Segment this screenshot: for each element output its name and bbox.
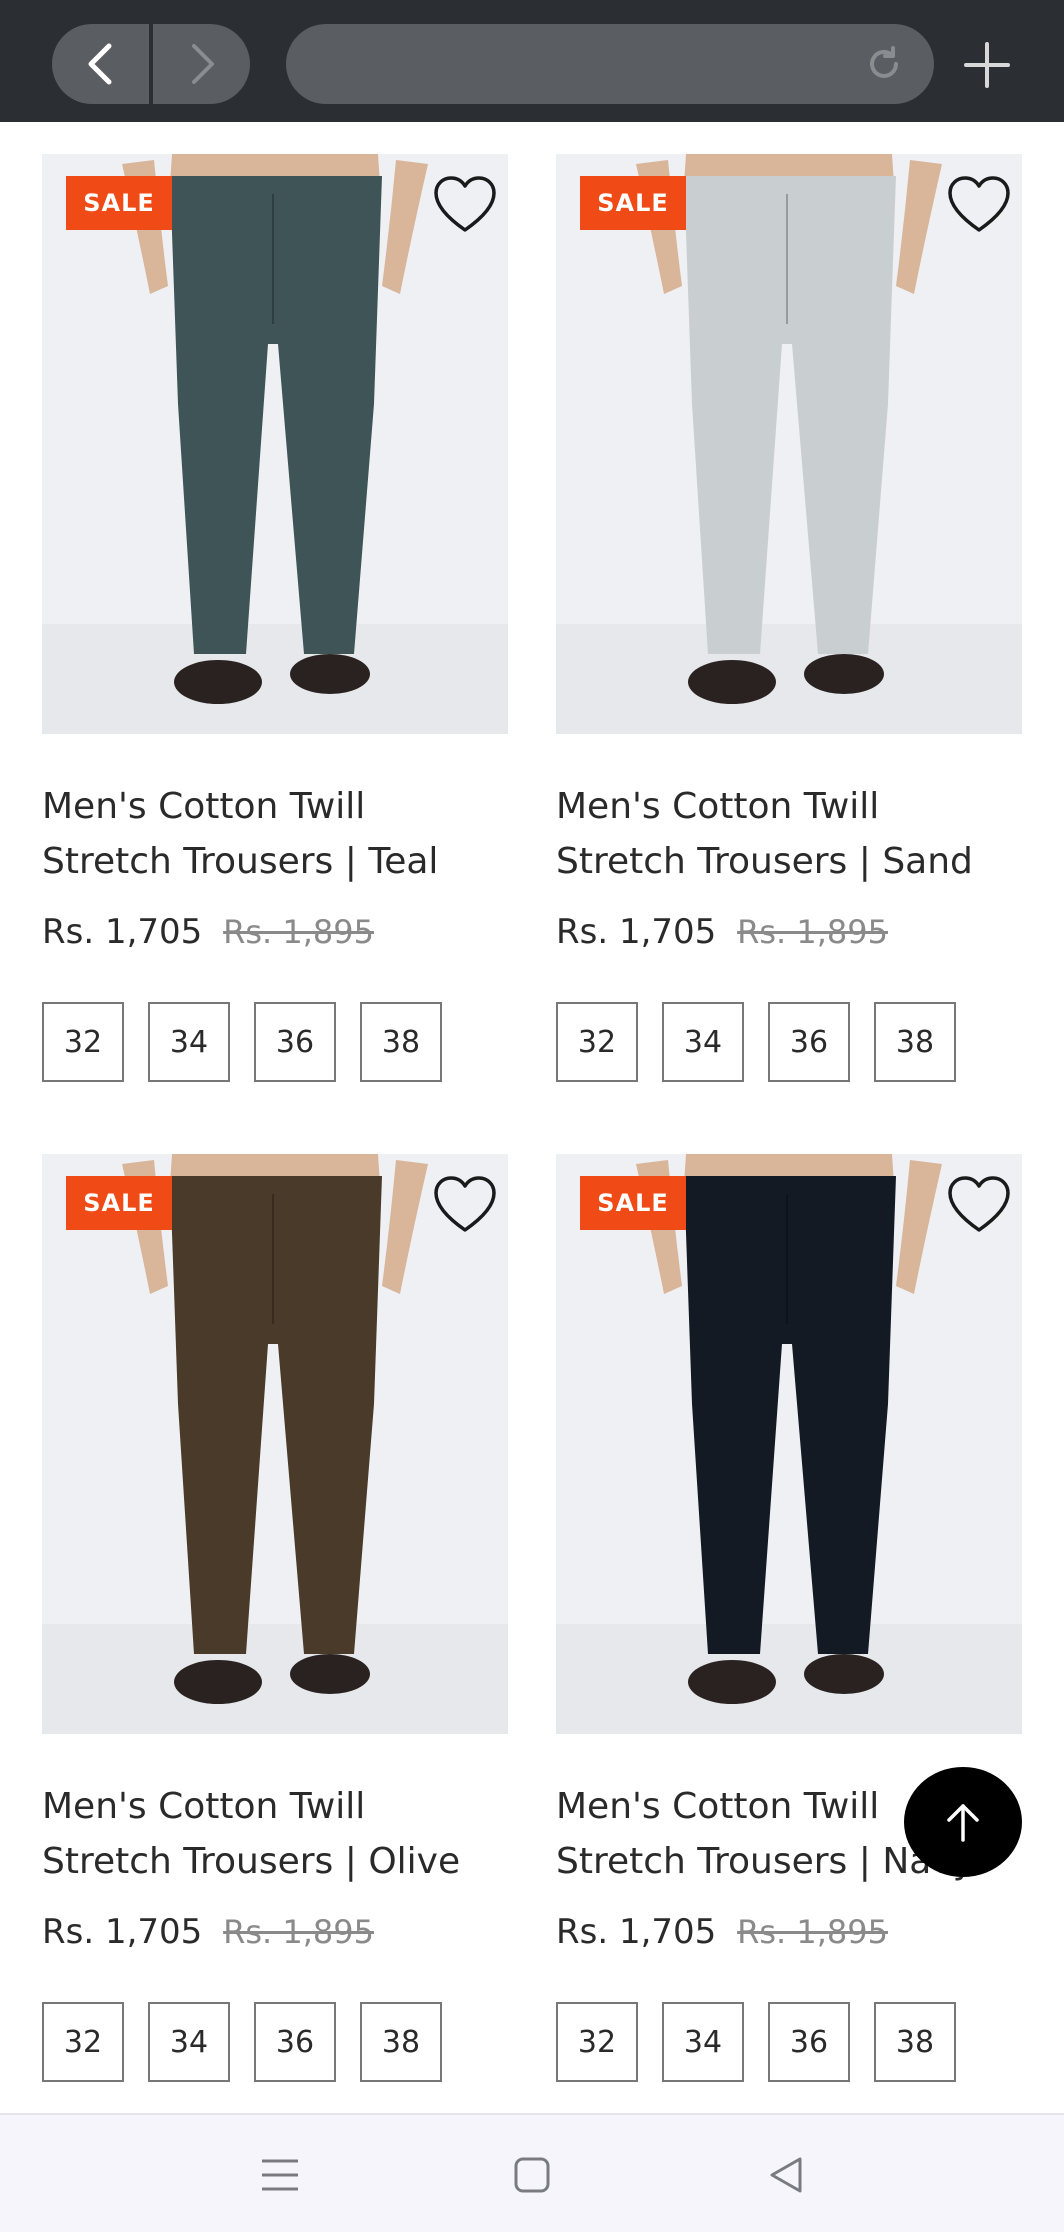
product-title-line2: Stretch Trousers | Sand [556, 841, 973, 882]
product-photo-art [556, 154, 1022, 734]
history-nav [52, 24, 250, 104]
sale-badge: SALE [66, 176, 172, 230]
size-option[interactable]: 36 [768, 2002, 850, 2082]
product-title[interactable]: Men's Cotton Twill Stretch Trousers | Te… [42, 779, 522, 889]
sale-badge: SALE [580, 176, 686, 230]
address-bar[interactable] [286, 24, 934, 104]
sale-price: Rs. 1,705 [42, 912, 203, 952]
original-price: Rs. 1,895 [223, 1913, 374, 1951]
chevron-right-icon [191, 44, 214, 84]
size-option[interactable]: 34 [148, 1002, 230, 1082]
menu-icon [262, 2159, 298, 2191]
product-photo-art [42, 154, 508, 734]
size-options: 32 34 36 38 [42, 2002, 466, 2082]
size-option[interactable]: 36 [254, 1002, 336, 1082]
original-price: Rs. 1,895 [223, 913, 374, 951]
size-option[interactable]: 38 [360, 1002, 442, 1082]
sale-badge: SALE [66, 1176, 172, 1230]
wishlist-heart-icon[interactable] [432, 174, 498, 236]
sale-price: Rs. 1,705 [556, 1912, 717, 1952]
recent-apps-button[interactable] [252, 2147, 308, 2203]
wishlist-heart-icon[interactable] [946, 174, 1012, 236]
product-image[interactable]: SALE [42, 1154, 508, 1734]
product-title-line1: Men's Cotton Twill [556, 786, 880, 827]
arrow-up-icon [947, 1804, 979, 1842]
product-image[interactable]: SALE [556, 154, 1022, 734]
original-price: Rs. 1,895 [737, 913, 888, 951]
forward-button[interactable] [153, 24, 250, 104]
size-option[interactable]: 32 [42, 2002, 124, 2082]
size-option[interactable]: 38 [874, 1002, 956, 1082]
product-title[interactable]: Men's Cotton Twill Stretch Trousers | Ol… [42, 1779, 522, 1889]
product-photo-art [556, 1154, 1022, 1734]
system-navigation-bar [0, 2113, 1064, 2232]
product-image[interactable]: SALE [42, 154, 508, 734]
size-options: 32 34 36 38 [556, 1002, 980, 1082]
size-options: 32 34 36 38 [556, 2002, 980, 2082]
browser-toolbar [0, 0, 1064, 122]
home-button[interactable] [504, 2147, 560, 2203]
size-option[interactable]: 36 [254, 2002, 336, 2082]
original-price: Rs. 1,895 [737, 1913, 888, 1951]
chevron-left-icon [88, 43, 111, 85]
size-option[interactable]: 38 [360, 2002, 442, 2082]
sale-badge: SALE [580, 1176, 686, 1230]
price-row: Rs. 1,705 Rs. 1,895 [42, 1912, 374, 1952]
size-option[interactable]: 32 [556, 1002, 638, 1082]
product-title[interactable]: Men's Cotton Twill Stretch Trousers | Sa… [556, 779, 1036, 889]
price-row: Rs. 1,705 Rs. 1,895 [556, 912, 888, 952]
size-option[interactable]: 32 [556, 2002, 638, 2082]
wishlist-heart-icon[interactable] [946, 1174, 1012, 1236]
size-option[interactable]: 34 [662, 1002, 744, 1082]
product-title-line2: Stretch Trousers | Teal [42, 841, 439, 882]
back-button[interactable] [52, 24, 149, 104]
back-triangle-icon [770, 2157, 802, 2193]
size-options: 32 34 36 38 [42, 1002, 466, 1082]
product-photo-art [42, 1154, 508, 1734]
size-option[interactable]: 36 [768, 1002, 850, 1082]
product-title-line2: Stretch Trousers | Olive [42, 1841, 461, 1882]
size-option[interactable]: 34 [148, 2002, 230, 2082]
size-option[interactable]: 34 [662, 2002, 744, 2082]
size-option[interactable]: 38 [874, 2002, 956, 2082]
system-back-button[interactable] [758, 2147, 814, 2203]
product-title-line1: Men's Cotton Twill [42, 786, 366, 827]
reload-icon[interactable] [864, 44, 904, 84]
sale-price: Rs. 1,705 [556, 912, 717, 952]
product-image[interactable]: SALE [556, 1154, 1022, 1734]
wishlist-heart-icon[interactable] [432, 1174, 498, 1236]
plus-icon[interactable] [962, 40, 1012, 90]
product-title-line1: Men's Cotton Twill [42, 1786, 366, 1827]
price-row: Rs. 1,705 Rs. 1,895 [556, 1912, 888, 1952]
size-option[interactable]: 32 [42, 1002, 124, 1082]
sale-price: Rs. 1,705 [42, 1912, 203, 1952]
price-row: Rs. 1,705 Rs. 1,895 [42, 912, 374, 952]
home-square-icon [514, 2157, 550, 2193]
scroll-to-top-button[interactable] [904, 1767, 1022, 1877]
